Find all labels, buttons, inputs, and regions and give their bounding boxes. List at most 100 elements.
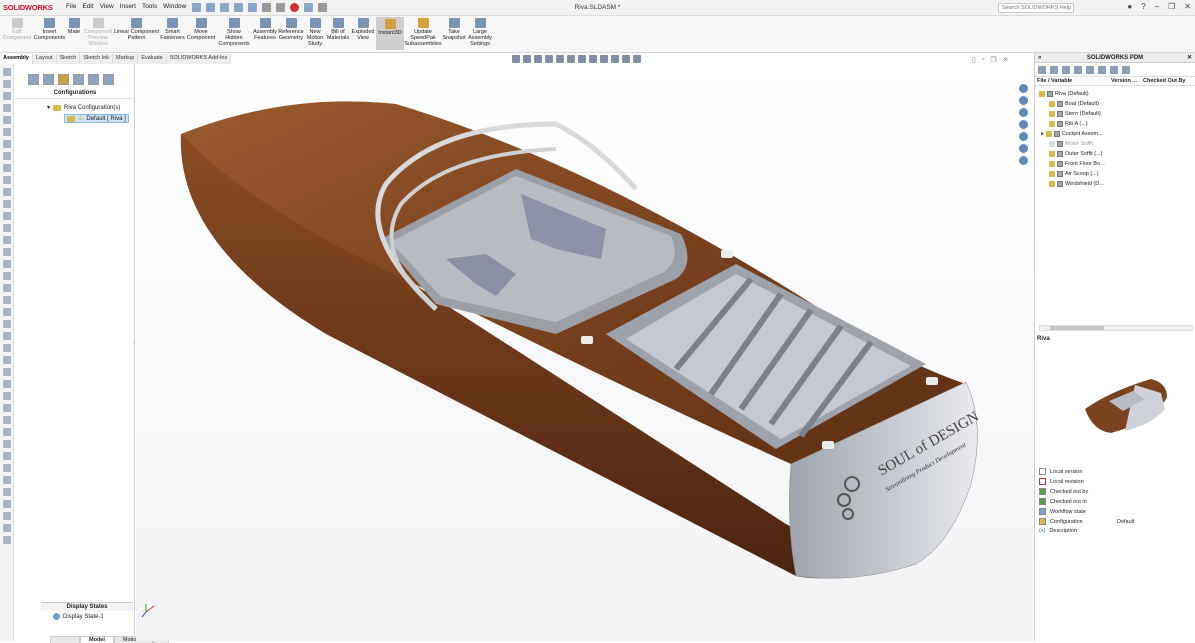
strip-tool-icon[interactable] [3, 512, 11, 520]
pdm-file-row[interactable]: Riva (Default) [1039, 89, 1089, 98]
dimxpert-tab-icon[interactable] [73, 74, 84, 85]
strip-tool-icon[interactable] [3, 320, 11, 328]
tab-sketch[interactable]: Sketch [56, 54, 81, 64]
options-gear-icon[interactable] [318, 3, 327, 12]
view-orientation-icon[interactable] [567, 55, 575, 63]
previous-view-icon[interactable] [534, 55, 542, 63]
strip-tool-icon[interactable] [3, 248, 11, 256]
strip-tool-icon[interactable] [3, 284, 11, 292]
zoom-to-area-icon[interactable] [523, 55, 531, 63]
show-hidden-components-button[interactable]: Show Hidden Components [218, 18, 250, 47]
pdm-search-icon[interactable] [1122, 66, 1130, 74]
pdm-file-row[interactable]: Stern (Default) [1049, 109, 1101, 118]
open-icon[interactable] [220, 3, 229, 12]
menu-file[interactable]: File [66, 3, 76, 11]
section-view-icon[interactable] [545, 55, 553, 63]
strip-tool-icon[interactable] [3, 476, 11, 484]
edit-component-button[interactable]: Edit Component [2, 18, 32, 41]
restore-icon[interactable]: ❐ [1168, 2, 1175, 11]
hide-show-items-icon[interactable] [589, 55, 597, 63]
strip-tool-icon[interactable] [3, 128, 11, 136]
exploded-view-button[interactable]: Exploded View [351, 18, 375, 41]
select-icon[interactable] [276, 3, 285, 12]
save-icon[interactable] [234, 3, 243, 12]
edit-appearance-icon[interactable] [600, 55, 608, 63]
tab-add-ins[interactable]: SOLIDWORKS Add-Ins [166, 54, 232, 64]
pdm-icon[interactable] [1019, 156, 1028, 165]
file-explorer-icon[interactable] [1019, 108, 1028, 117]
solidworks-logo[interactable]: SOLIDWORKS [3, 3, 53, 12]
design-library-icon[interactable] [1019, 96, 1028, 105]
instant3d-button[interactable]: Instant3D [376, 17, 404, 50]
search-input[interactable]: Search SOLIDWORKS Help [998, 3, 1074, 13]
minimize-icon[interactable]: – [1155, 2, 1159, 11]
expand-arrow-icon[interactable]: ▸ [1041, 131, 1044, 137]
tab-model[interactable]: Model [80, 636, 114, 643]
pdm-change-state-icon[interactable] [1098, 66, 1106, 74]
strip-tool-icon[interactable] [3, 344, 11, 352]
component-preview-window-button[interactable]: Component Preview Window [83, 18, 113, 47]
file-properties-icon[interactable] [304, 3, 313, 12]
solidworks-resources-icon[interactable] [1019, 84, 1028, 93]
pdm-horizontal-scrollbar[interactable] [1039, 325, 1193, 331]
strip-tool-icon[interactable] [3, 440, 11, 448]
strip-tool-icon[interactable] [3, 368, 11, 376]
boat-model[interactable] [136, 64, 1033, 641]
bill-of-materials-button[interactable]: Bill of Materials [326, 18, 350, 41]
viewport-close-icon[interactable]: ✕ [1003, 56, 1009, 64]
pdm-refresh-icon[interactable] [1038, 66, 1046, 74]
pdm-file-row[interactable]: Outer Soffit (...) [1049, 149, 1103, 158]
strip-tool-icon[interactable] [3, 356, 11, 364]
new-motion-study-button[interactable]: New Motion Study [305, 18, 325, 47]
display-manager-tab-icon[interactable] [88, 74, 99, 85]
view-settings-icon[interactable] [622, 55, 630, 63]
strip-tool-icon[interactable] [3, 308, 11, 316]
mate-button[interactable]: Mate [66, 18, 82, 35]
pane-close-icon[interactable]: ✕ [1187, 53, 1192, 63]
strip-tool-icon[interactable] [3, 488, 11, 496]
viewport-split-icon[interactable]: ▯ [972, 56, 976, 64]
zoom-to-fit-icon[interactable] [512, 55, 520, 63]
appearances-icon[interactable] [1019, 132, 1028, 141]
configuration-default[interactable]: ⚠ Default [ Riva ] [64, 114, 129, 123]
large-assembly-settings-button[interactable]: Large Assembly Settings [466, 18, 494, 47]
pdm-file-row[interactable]: Boat (Default) [1049, 99, 1099, 108]
strip-tool-icon[interactable] [3, 416, 11, 424]
strip-tool-icon[interactable] [3, 452, 11, 460]
home-icon[interactable] [192, 3, 201, 12]
print-icon[interactable] [248, 3, 257, 12]
display-style-icon[interactable] [578, 55, 586, 63]
configuration-root[interactable]: ▾ Riva Configuration(s) [47, 104, 120, 111]
tab-layout[interactable]: Layout [33, 54, 57, 64]
apply-scene-icon[interactable] [611, 55, 619, 63]
reference-geometry-button[interactable]: Reference Geometry [278, 18, 304, 41]
strip-tool-icon[interactable] [3, 116, 11, 124]
column-checked-out-by[interactable]: Checked Out By [1141, 77, 1185, 85]
column-version[interactable]: Version ... [1109, 77, 1141, 85]
help-icon[interactable]: ? [1141, 2, 1145, 11]
new-document-icon[interactable] [206, 3, 215, 12]
menu-edit[interactable]: Edit [82, 3, 93, 11]
strip-tool-icon[interactable] [3, 140, 11, 148]
menu-view[interactable]: View [100, 3, 114, 11]
strip-tool-icon[interactable] [3, 260, 11, 268]
strip-tool-icon[interactable] [3, 176, 11, 184]
strip-tool-icon[interactable] [3, 80, 11, 88]
viewport-minimize-icon[interactable]: ▫ [982, 56, 984, 64]
strip-tool-icon[interactable] [3, 500, 11, 508]
strip-tool-icon[interactable] [3, 428, 11, 436]
strip-tool-icon[interactable] [3, 404, 11, 412]
expand-arrow-icon[interactable]: ▾ [47, 104, 50, 111]
strip-tool-icon[interactable] [3, 68, 11, 76]
strip-tool-icon[interactable] [3, 296, 11, 304]
strip-tool-icon[interactable] [3, 212, 11, 220]
strip-tool-icon[interactable] [3, 200, 11, 208]
move-component-button[interactable]: Move Component [186, 18, 216, 41]
feature-manager-tab-icon[interactable] [28, 74, 39, 85]
strip-tool-icon[interactable] [3, 536, 11, 544]
smart-fasteners-button[interactable]: Smart Fasteners [160, 18, 185, 41]
pdm-file-row[interactable]: Air Scoop (...) [1049, 169, 1099, 178]
strip-tool-icon[interactable] [3, 464, 11, 472]
strip-tool-icon[interactable] [3, 152, 11, 160]
pdm-get-icon[interactable] [1050, 66, 1058, 74]
